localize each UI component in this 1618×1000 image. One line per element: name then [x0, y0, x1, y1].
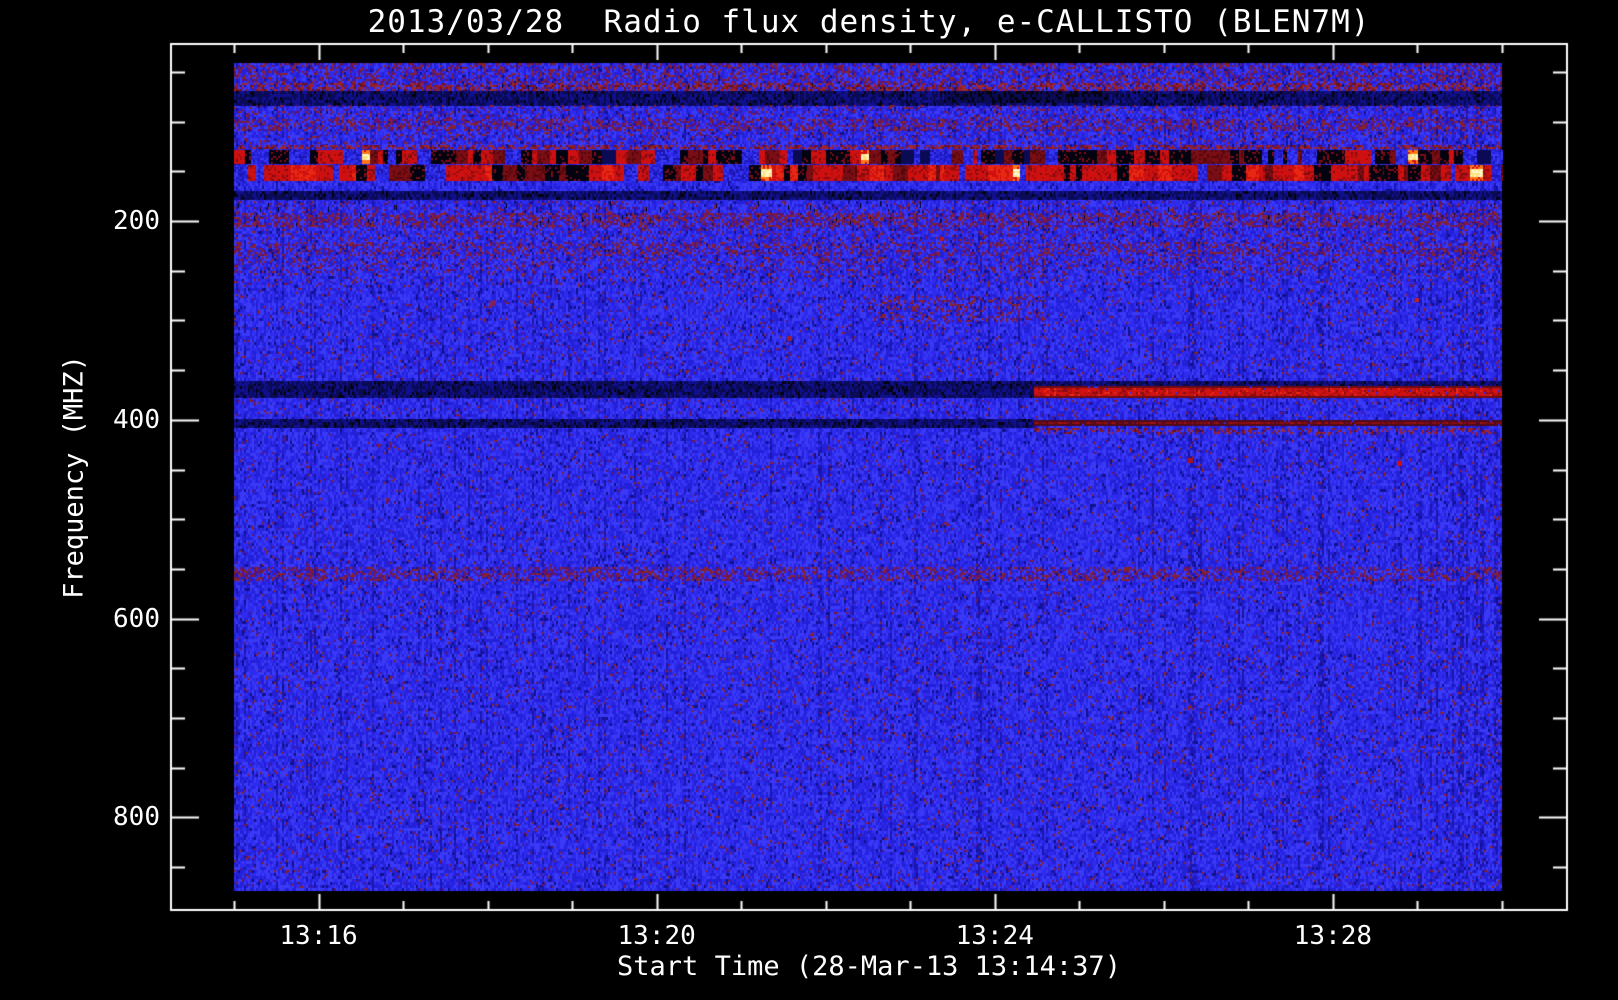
x-tick-label: 13:24	[955, 921, 1034, 951]
y-axis-title: Frequency (MHZ)	[58, 355, 90, 599]
spectrogram-canvas	[0, 0, 1618, 1000]
y-tick-label: 800	[113, 802, 160, 833]
x-tick-label: 13:16	[279, 921, 358, 951]
y-tick-label: 200	[113, 206, 160, 237]
x-tick-label: 13:28	[1293, 921, 1373, 951]
y-tick-label: 600	[113, 603, 160, 634]
y-tick-label: 400	[113, 404, 160, 435]
x-axis-title: Start Time (28-Mar-13 13:14:37)	[617, 951, 1121, 982]
x-tick-label: 13:20	[617, 921, 696, 951]
chart-title: 2013/03/28 Radio flux density, e-CALLIST…	[367, 4, 1371, 40]
spectrogram-figure: 2013/03/28 Radio flux density, e-CALLIST…	[0, 0, 1618, 1000]
